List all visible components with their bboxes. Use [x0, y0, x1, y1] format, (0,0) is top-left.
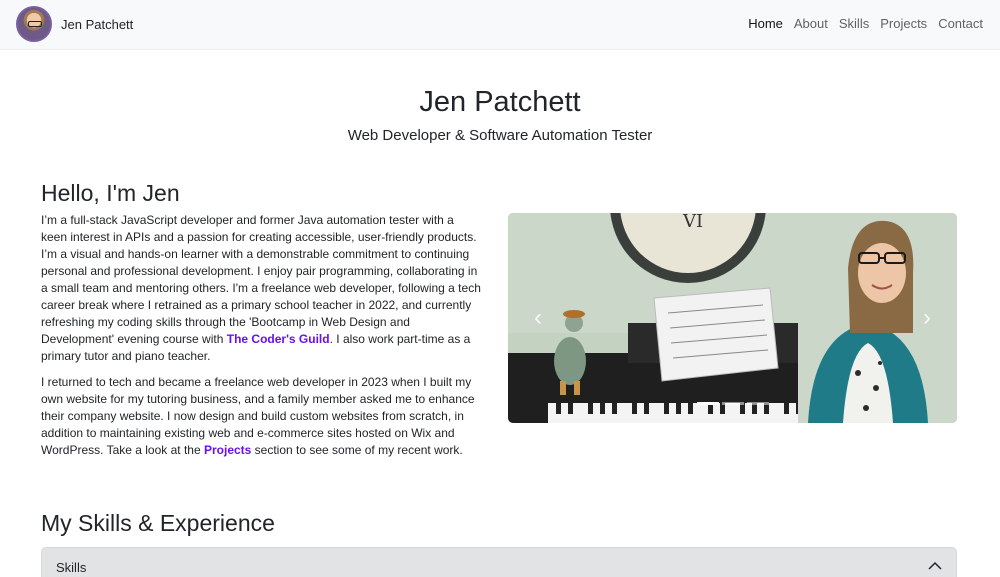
nav-projects[interactable]: Projects — [880, 16, 927, 31]
navbar: Jen Patchett Home About Skills Projects … — [0, 0, 1000, 50]
nav-about[interactable]: About — [794, 16, 828, 31]
nav-links: Home About Skills Projects Contact — [737, 16, 983, 31]
coders-guild-link[interactable]: The Coder's Guild — [227, 332, 330, 346]
chevron-up-icon — [928, 561, 942, 570]
nav-contact[interactable]: Contact — [938, 16, 983, 31]
carousel-photo: VI — [508, 213, 957, 423]
carousel-indicator-3[interactable] — [746, 402, 769, 405]
about-p2-text-end: section to see some of my recent work. — [251, 443, 463, 457]
nav-home[interactable]: Home — [748, 16, 783, 31]
brand-name: Jen Patchett — [61, 16, 134, 32]
carousel-indicator-1[interactable] — [696, 402, 719, 405]
skills-heading: My Skills & Experience — [41, 510, 275, 536]
carousel-next-button[interactable]: › — [897, 213, 957, 423]
nav-skills[interactable]: Skills — [839, 16, 869, 31]
about-paragraph-1: I’m a full-stack JavaScript developer an… — [41, 212, 481, 365]
photo-carousel: VI ‹ › — [508, 213, 957, 423]
carousel-indicator-2[interactable] — [721, 402, 744, 405]
carousel-prev-button[interactable]: ‹ — [508, 213, 568, 423]
about-p1-text: I’m a full-stack JavaScript developer an… — [41, 213, 481, 346]
chevron-right-icon: › — [923, 304, 931, 331]
about-text: I’m a full-stack JavaScript developer an… — [41, 212, 481, 468]
skills-accordion-button[interactable]: Skills — [41, 547, 957, 577]
projects-link[interactable]: Projects — [204, 443, 251, 457]
page-subtitle: Web Developer & Software Automation Test… — [347, 127, 653, 144]
brand-link[interactable]: Jen Patchett — [16, 6, 133, 42]
avatar — [16, 6, 52, 42]
accordion-label: Skills — [56, 560, 87, 575]
page-title: Jen Patchett — [419, 86, 581, 118]
svg-text:VI: VI — [682, 213, 703, 232]
about-paragraph-2: I returned to tech and became a freelanc… — [41, 374, 481, 459]
about-heading: Hello, I'm Jen — [41, 180, 180, 206]
carousel-indicators — [508, 402, 957, 405]
chevron-left-icon: ‹ — [534, 304, 542, 331]
